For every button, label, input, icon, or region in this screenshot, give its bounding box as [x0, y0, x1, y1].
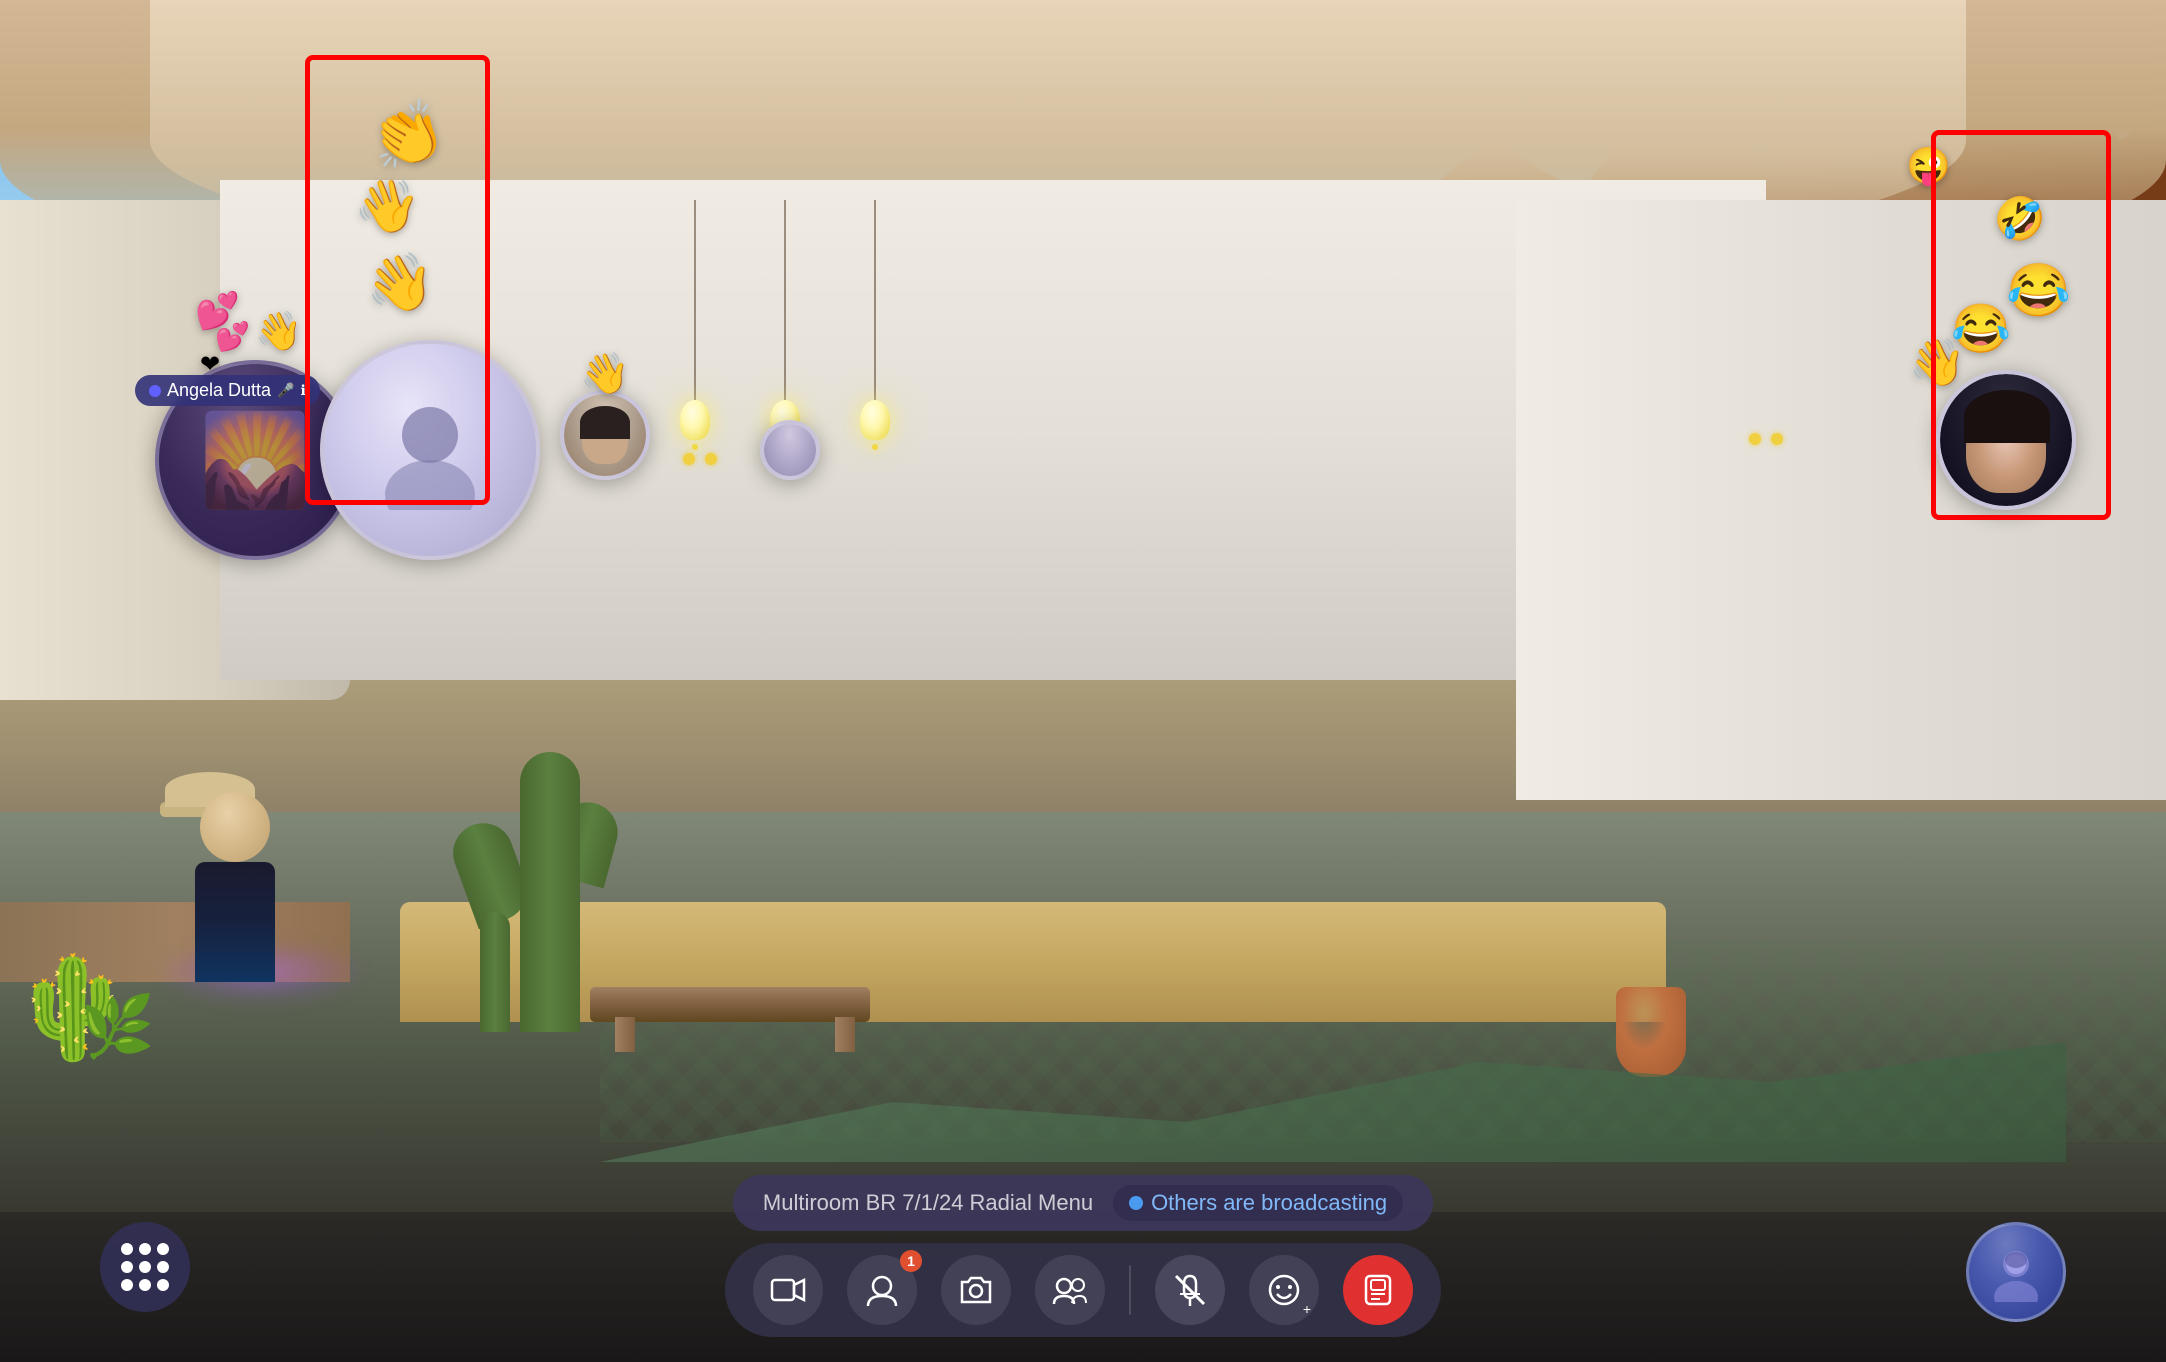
light-1 — [680, 200, 710, 450]
profile-button[interactable] — [1966, 1222, 2066, 1322]
mute-button[interactable] — [1155, 1255, 1225, 1325]
broadcast-status[interactable]: Others are broadcasting — [1113, 1185, 1403, 1221]
hanging-lights — [680, 200, 890, 450]
record-button[interactable] — [1343, 1255, 1413, 1325]
light-wire — [694, 200, 696, 400]
light-3 — [860, 200, 890, 450]
clips-icon — [770, 1272, 806, 1308]
light-2 — [770, 200, 800, 450]
bench-leg-right — [835, 1017, 855, 1052]
avatar-button[interactable]: 1 — [847, 1255, 917, 1325]
name-badge-angela: Angela Dutta 🎤 ℹ — [135, 375, 320, 406]
toolbar-separator — [1129, 1265, 1131, 1315]
char-body — [195, 862, 275, 982]
people-button[interactable] — [1035, 1255, 1105, 1325]
emoji-icon — [1266, 1272, 1302, 1308]
dot-4 — [121, 1261, 133, 1273]
avatar-toolbar-icon — [864, 1272, 900, 1308]
dots-grid-icon — [121, 1243, 169, 1291]
camera-button[interactable] — [941, 1255, 1011, 1325]
profile-avatar-icon — [1986, 1242, 2046, 1302]
cactus-small — [480, 912, 510, 1032]
dot-9 — [157, 1279, 169, 1291]
yellow-dots-left — [680, 450, 720, 473]
badge-icon2: ℹ — [301, 382, 306, 399]
bottom-bar: Multiroom BR 7/1/24 Radial Menu Others a… — [0, 1182, 2166, 1362]
dot-5 — [139, 1261, 151, 1273]
badge-icon1: 🎤 — [277, 382, 294, 399]
clips-button[interactable] — [753, 1255, 823, 1325]
broadcast-label: Others are broadcasting — [1151, 1190, 1387, 1216]
side-menu-button[interactable] — [100, 1222, 190, 1312]
char-head — [200, 792, 270, 862]
record-icon — [1360, 1272, 1396, 1308]
default-avatar-icon — [370, 390, 490, 510]
plant-small: 🌿 — [80, 991, 155, 1062]
light-wire-2 — [784, 200, 786, 400]
dot-8 — [139, 1279, 151, 1291]
avatar-portal-center[interactable] — [320, 340, 540, 560]
dot-7 — [121, 1279, 133, 1291]
dot-1 — [121, 1243, 133, 1255]
main-toolbar: 1 — [725, 1243, 1441, 1337]
character-angela — [175, 792, 295, 1042]
room-name-label: Multiroom BR 7/1/24 Radial Menu — [763, 1190, 1093, 1216]
camera-icon — [958, 1272, 994, 1308]
badge-dot — [149, 385, 161, 397]
emoji-button[interactable]: + — [1249, 1255, 1319, 1325]
vase — [1616, 987, 1686, 1077]
people-icon — [1052, 1272, 1088, 1308]
light-dot-3 — [872, 444, 878, 450]
dot-2 — [139, 1243, 151, 1255]
light-wire-3 — [874, 200, 876, 400]
bench-leg-left — [615, 1017, 635, 1052]
avatar-portal-mid[interactable] — [560, 390, 650, 480]
right-wall — [1516, 200, 2166, 800]
cactus-main — [520, 752, 580, 1032]
yellow-dots-right — [1746, 430, 1786, 453]
light-bulb — [680, 400, 710, 440]
badge-name: Angela Dutta — [167, 380, 271, 401]
notification-badge: 1 — [900, 1250, 922, 1272]
dot-3 — [157, 1243, 169, 1255]
broadcast-dot — [1129, 1196, 1143, 1210]
status-bar: Multiroom BR 7/1/24 Radial Menu Others a… — [733, 1175, 1433, 1231]
mute-icon — [1172, 1272, 1208, 1308]
avatar-portal-far-right[interactable] — [1936, 370, 2076, 510]
avatar-portal-right-sm[interactable] — [760, 420, 820, 480]
dot-6 — [157, 1261, 169, 1273]
light-bulb-3 — [860, 400, 890, 440]
